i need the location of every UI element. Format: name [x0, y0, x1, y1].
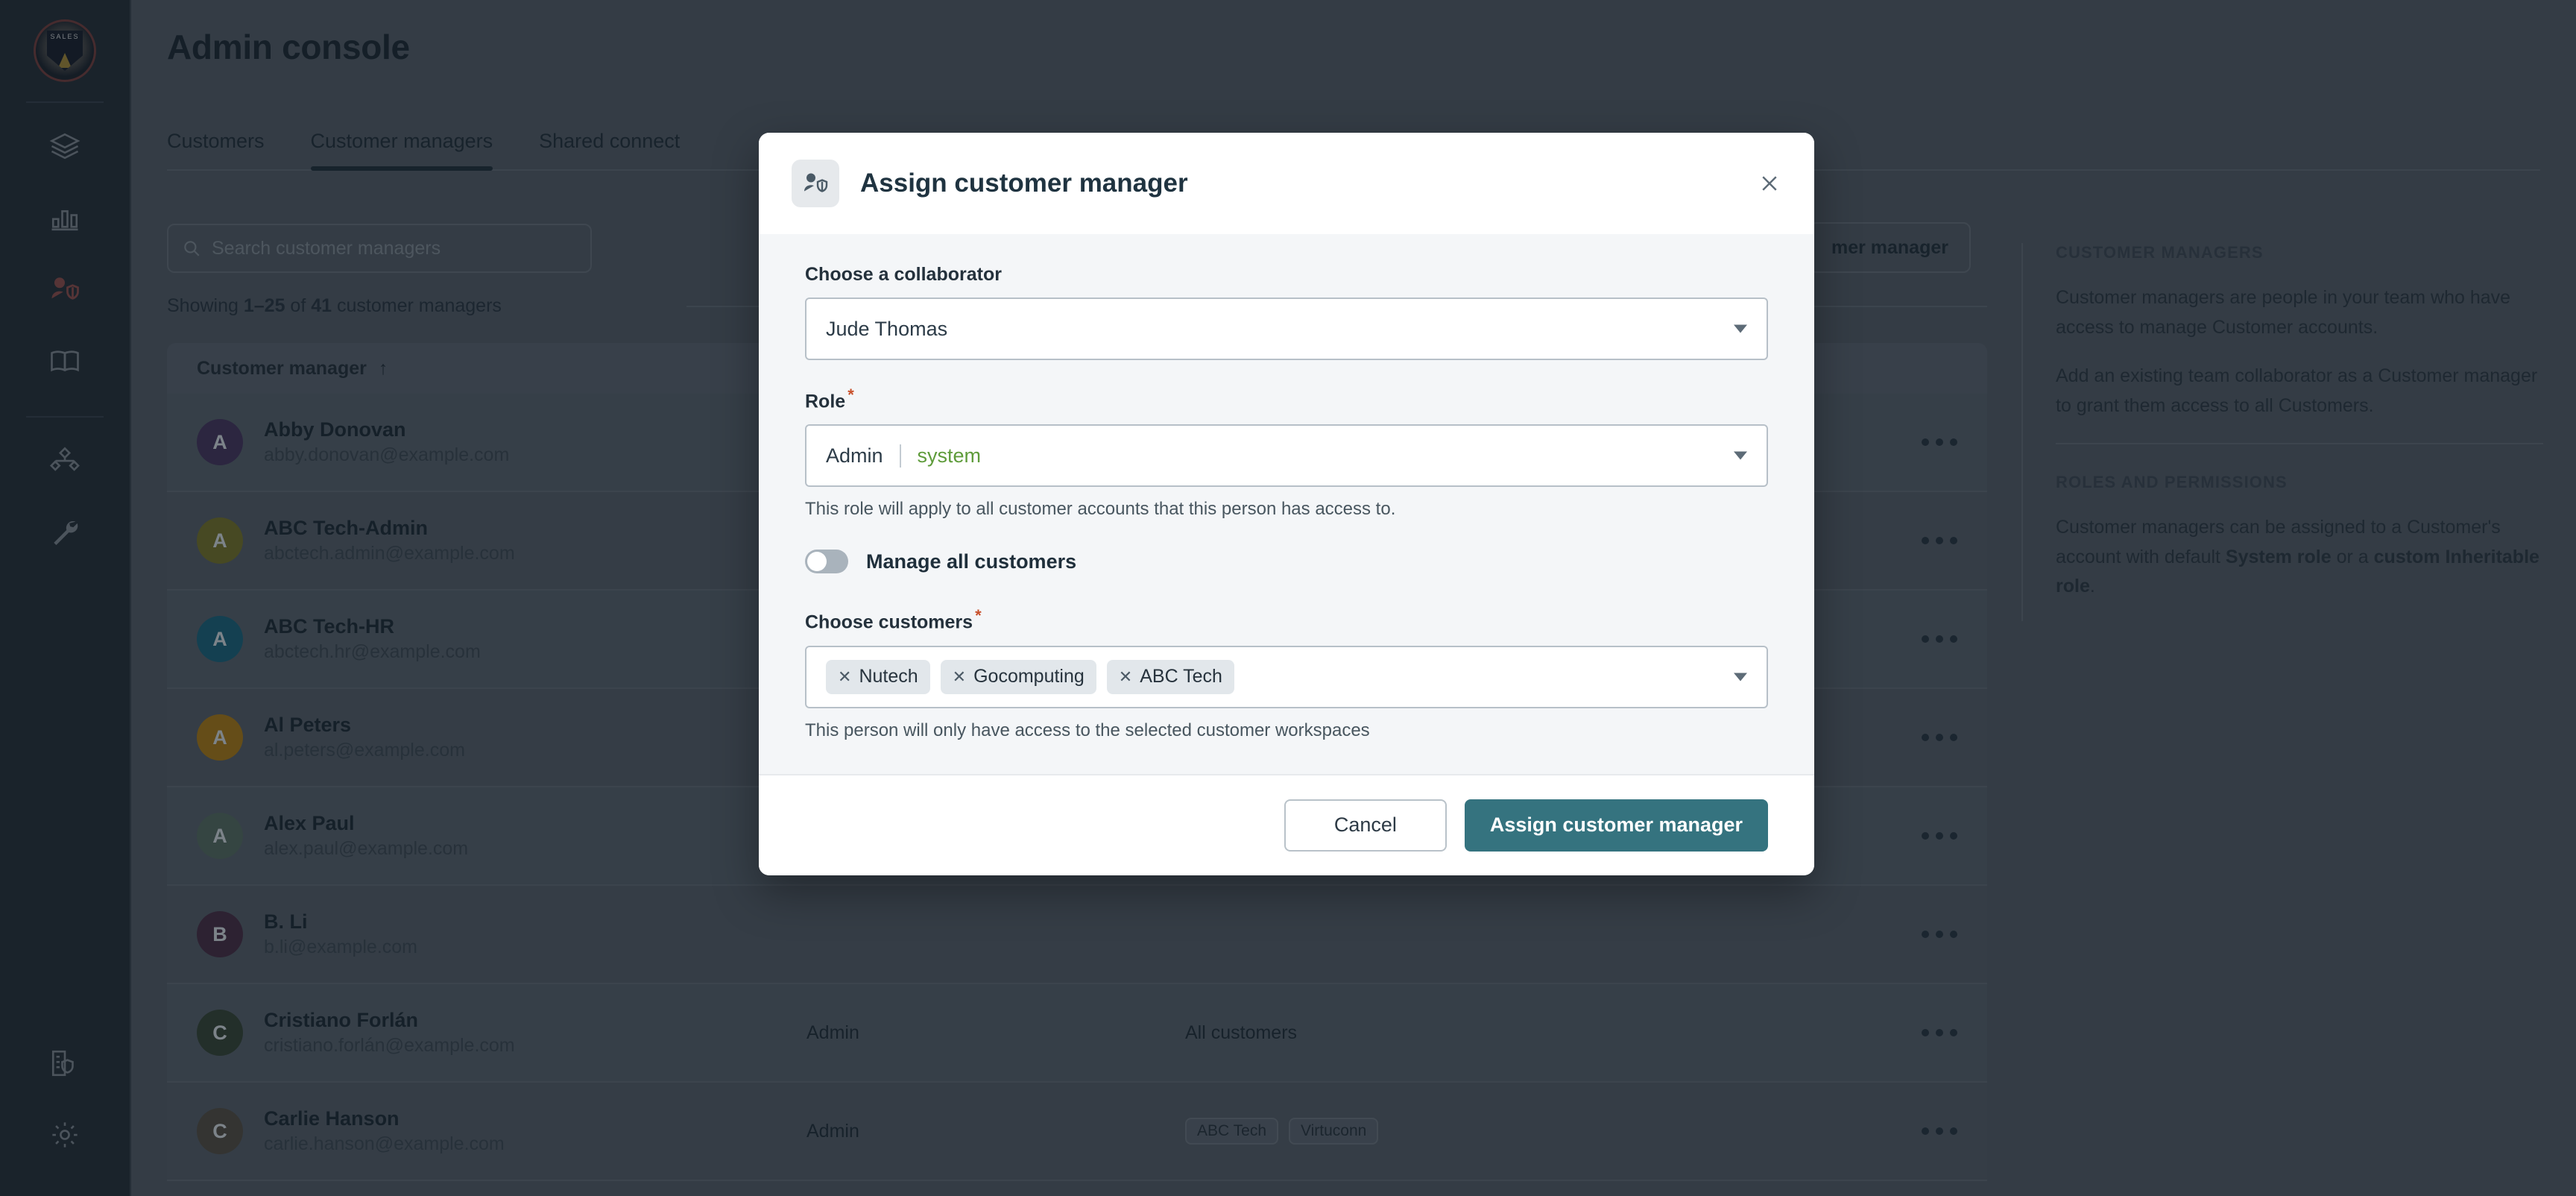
dialog-title: Assign customer manager — [860, 169, 1188, 198]
manage-all-customers-label: Manage all customers — [866, 550, 1077, 573]
dialog-body: Choose a collaborator Jude Thomas Role * … — [759, 234, 1814, 774]
customer-chip[interactable]: ✕ Nutech — [826, 659, 930, 694]
manage-all-customers-toggle[interactable] — [805, 550, 848, 574]
customers-field-group: Choose customers * ✕ Nutech ✕ Gocomputing ✕ AB… — [805, 606, 1768, 740]
remove-chip-icon[interactable]: ✕ — [953, 668, 966, 685]
dialog-header: Assign customer manager — [759, 133, 1814, 234]
chip-label: Nutech — [859, 666, 918, 687]
cancel-button[interactable]: Cancel — [1284, 799, 1447, 852]
role-label-text: Role — [805, 391, 846, 412]
chevron-down-icon — [1734, 673, 1747, 682]
chip-label: ABC Tech — [1140, 666, 1222, 687]
collaborator-value: Jude Thomas — [826, 317, 948, 340]
chevron-down-icon — [1734, 324, 1747, 333]
remove-chip-icon[interactable]: ✕ — [1119, 668, 1132, 685]
chevron-down-icon — [1734, 451, 1747, 460]
customers-multiselect[interactable]: ✕ Nutech ✕ Gocomputing ✕ ABC Tech — [805, 645, 1768, 708]
customer-chip[interactable]: ✕ ABC Tech — [1106, 659, 1234, 694]
selected-customers-chips: ✕ Nutech ✕ Gocomputing ✕ ABC Tech — [826, 659, 1234, 694]
customers-label-text: Choose customers — [805, 611, 973, 633]
required-asterisk: * — [847, 385, 854, 404]
customers-label: Choose customers * — [805, 606, 1768, 633]
user-shield-icon — [792, 160, 839, 207]
role-help-text: This role will apply to all customer acc… — [805, 499, 1396, 520]
role-label: Role * — [805, 385, 1768, 412]
required-asterisk: * — [975, 606, 982, 626]
role-field-group: Role * Admin system This role will apply … — [805, 385, 1768, 520]
chip-label: Gocomputing — [973, 666, 1085, 687]
customers-help-text: This person will only have access to the… — [805, 720, 1370, 740]
assign-customer-manager-dialog: Assign customer manager Choose a collabo… — [759, 133, 1814, 875]
role-type-badge: system — [899, 444, 981, 468]
dialog-footer: Cancel Assign customer manager — [759, 773, 1814, 875]
collaborator-label: Choose a collaborator — [805, 264, 1002, 285]
toggle-knob — [807, 552, 827, 572]
customer-chip[interactable]: ✕ Gocomputing — [940, 659, 1096, 694]
submit-assign-button[interactable]: Assign customer manager — [1464, 799, 1768, 852]
close-icon[interactable] — [1755, 169, 1784, 198]
remove-chip-icon[interactable]: ✕ — [838, 668, 851, 685]
role-select[interactable]: Admin system — [805, 424, 1768, 488]
role-value: Admin — [826, 444, 883, 467]
collaborator-field-group: Choose a collaborator Jude Thomas — [805, 264, 1768, 360]
collaborator-select[interactable]: Jude Thomas — [805, 298, 1768, 360]
manage-all-customers-row[interactable]: Manage all customers — [805, 550, 1768, 574]
